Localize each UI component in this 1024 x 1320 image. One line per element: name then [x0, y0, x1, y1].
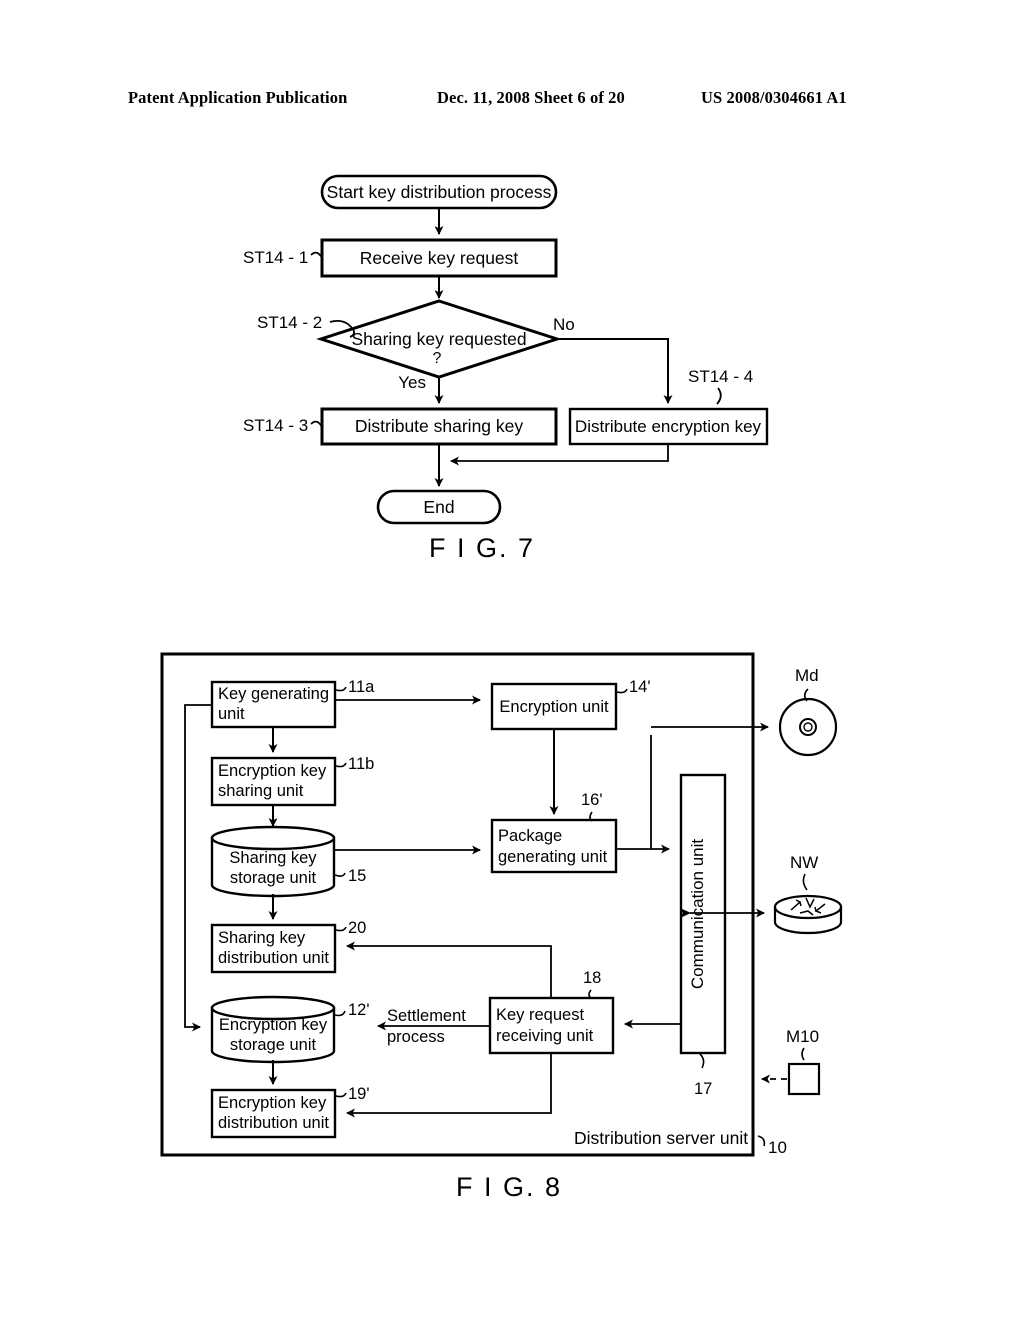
- fig8-block-package-generating: Package generating unit: [490, 818, 618, 874]
- fig8-block-encryption-key-sharing: Encryption key sharing unit: [210, 756, 337, 807]
- fig8-container-label: Distribution server unit: [574, 1128, 748, 1148]
- fig8-ref-19-prime: 19': [348, 1085, 370, 1103]
- fig8-ref-11a: 11a: [348, 678, 375, 696]
- fig8-skstorage-line1: Sharing key: [229, 849, 317, 867]
- fig8-distribution-server-container: [160, 652, 755, 1157]
- fig8-ref-18: 18: [583, 969, 601, 987]
- patent-page: Patent Application Publication Dec. 11, …: [0, 0, 1024, 1320]
- fig8-ref-12-prime: 12': [348, 1001, 370, 1019]
- fig8-media-label: Md: [795, 666, 819, 685]
- figure-8-caption: F I G. 8: [456, 1172, 563, 1202]
- fig8-ref-14-prime: 14': [629, 678, 651, 696]
- fig8-external-terminal: [787, 1062, 821, 1096]
- fig8-leader-10: [757, 1135, 766, 1147]
- fig8-block-sharing-key-storage: Sharing key storage unit: [210, 825, 336, 898]
- fig8-block-encryption-key-distribution: Encryption key distribution unit: [210, 1088, 337, 1139]
- fig8-key-generating-line1: Key generating: [218, 685, 329, 703]
- fig8-eksharing-line1: Encryption key: [218, 762, 327, 780]
- fig8-eksharing-line2: sharing unit: [218, 782, 304, 800]
- fig8-block-sharing-key-distribution: Sharing key distribution unit: [210, 923, 337, 974]
- fig8-skstorage-line2: storage unit: [230, 869, 317, 887]
- fig8-block-encryption-unit: Encryption unit: [490, 682, 618, 731]
- fig8-ref-17: 17: [694, 1080, 712, 1098]
- fig8-key-generating-line2: unit: [218, 705, 245, 723]
- fig8-keyreq-line1: Key request: [496, 1006, 584, 1024]
- fig8-block-key-request-receiving: Key request receiving unit: [488, 996, 615, 1055]
- fig8-leader-nw: [802, 873, 808, 891]
- fig8-ref-20: 20: [348, 919, 366, 937]
- fig8-block-key-generating: Key generating unit: [210, 680, 337, 729]
- fig8-ekstorage-line1: Encryption key: [219, 1016, 328, 1034]
- fig8-ref-16-prime: 16': [581, 791, 603, 809]
- fig8-skdist-line1: Sharing key: [218, 929, 306, 947]
- fig8-ref-15: 15: [348, 867, 366, 885]
- fig8-ekdist-line1: Encryption key: [218, 1094, 327, 1112]
- fig8-encryption-unit-label: Encryption unit: [499, 698, 609, 716]
- fig8-ekdist-line2: distribution unit: [218, 1114, 329, 1132]
- fig8-external-network: [773, 894, 843, 935]
- fig8-external-media-disc: [778, 697, 838, 757]
- fig8-package-line1: Package: [498, 827, 562, 845]
- fig8-settlement-line2: process: [387, 1028, 445, 1046]
- fig8-keyreq-line2: receiving unit: [496, 1027, 594, 1045]
- fig8-block-encryption-key-storage: Encryption key storage unit: [210, 995, 336, 1064]
- fig8-ref-11b: 11b: [348, 755, 374, 773]
- figure-8-block-diagram: Distribution server unit 10 Key generati…: [160, 652, 843, 1157]
- fig8-terminal-label: M10: [786, 1027, 819, 1046]
- fig8-container-ref: 10: [768, 1138, 787, 1157]
- fig8-ekstorage-line2: storage unit: [230, 1036, 317, 1054]
- fig8-network-label: NW: [790, 853, 818, 872]
- fig8-block-communication-unit: Communication unit: [679, 773, 727, 1055]
- fig8-package-line2: generating unit: [498, 848, 608, 866]
- fig8-leader-m10: [801, 1047, 805, 1061]
- fig8-settlement-line1: Settlement: [387, 1007, 466, 1025]
- fig8-skdist-line2: distribution unit: [218, 949, 329, 967]
